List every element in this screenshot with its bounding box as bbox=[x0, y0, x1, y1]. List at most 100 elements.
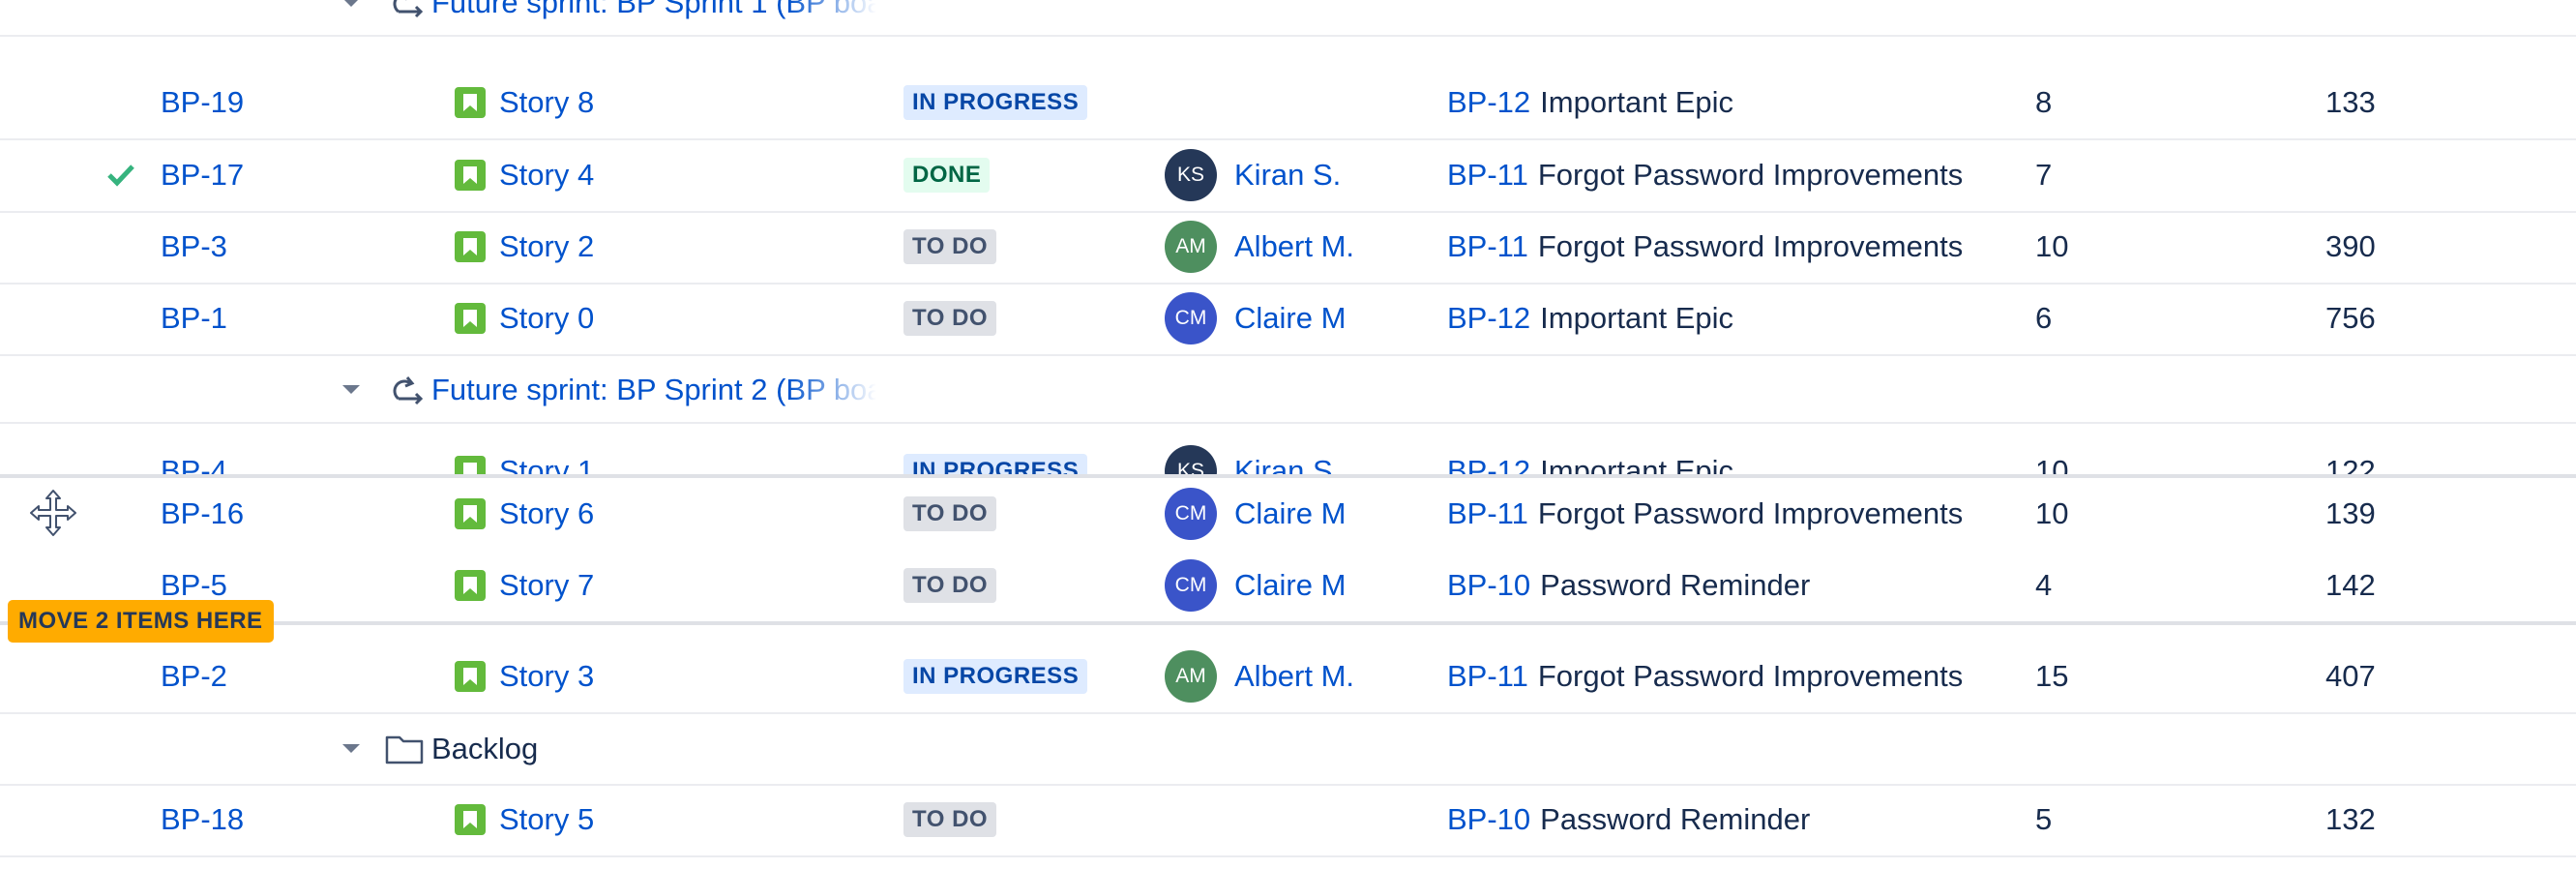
epic-key[interactable]: BP-12 bbox=[1447, 85, 1530, 120]
epic-key[interactable]: BP-11 bbox=[1447, 496, 1528, 531]
chevron-down-icon[interactable] bbox=[341, 0, 362, 35]
issue-row[interactable]: BP-18 Story 5 TO DO BP-10 Password Remind… bbox=[0, 784, 2576, 857]
epic-name: Password Reminder bbox=[1540, 802, 1811, 836]
sprint-header[interactable]: Future sprint: BP Sprint 1 (BP board) bbox=[0, 0, 2576, 37]
epic-key[interactable]: BP-11 bbox=[1447, 229, 1528, 264]
dragged-issue-row[interactable]: BP-5 Story 7 TO DO CM Claire M BP-10 Passw… bbox=[0, 550, 2576, 621]
assignee[interactable]: KS Kiran S. bbox=[1165, 139, 1341, 211]
summary-text[interactable]: Story 7 bbox=[499, 568, 594, 603]
epic-link[interactable]: BP-12 Important Epic bbox=[1447, 435, 1733, 474]
epic-key[interactable]: BP-11 bbox=[1447, 158, 1528, 193]
summary-text[interactable]: Story 0 bbox=[499, 301, 594, 336]
issue-key[interactable]: BP-4 bbox=[161, 435, 227, 474]
epic-key[interactable]: BP-10 bbox=[1447, 568, 1530, 603]
issue-summary[interactable]: Story 5 bbox=[455, 784, 594, 855]
summary-text[interactable]: Story 6 bbox=[499, 496, 594, 531]
assignee-name[interactable]: Kiran S. bbox=[1234, 454, 1341, 474]
issue-key[interactable]: BP-16 bbox=[161, 478, 244, 550]
avatar: KS bbox=[1165, 149, 1217, 201]
chevron-down-icon[interactable] bbox=[341, 358, 362, 422]
issue-key[interactable]: BP-1 bbox=[161, 283, 227, 354]
issue-row[interactable]: BP-3 Story 2 TO DO AM Albert M. BP-11 Forg… bbox=[0, 211, 2576, 285]
epic-key[interactable]: BP-12 bbox=[1447, 454, 1530, 474]
issue-number: 133 bbox=[2325, 85, 2376, 119]
story-icon bbox=[455, 231, 486, 262]
backlog-header[interactable]: Backlog bbox=[0, 714, 2576, 786]
assignee-name[interactable]: Claire M bbox=[1234, 301, 1346, 336]
status-text: IN PROGRESS bbox=[903, 85, 1088, 120]
assignee[interactable]: AM Albert M. bbox=[1165, 211, 1354, 283]
issue-key[interactable]: BP-18 bbox=[161, 784, 244, 855]
assignee[interactable]: CM Claire M bbox=[1165, 550, 1346, 621]
issue-key[interactable]: BP-3 bbox=[161, 211, 227, 283]
avatar: CM bbox=[1165, 559, 1217, 612]
assignee-name[interactable]: Albert M. bbox=[1234, 229, 1354, 264]
epic-key[interactable]: BP-10 bbox=[1447, 802, 1530, 837]
epic-link[interactable]: BP-11 Forgot Password Improvements bbox=[1447, 478, 1963, 550]
issue-key[interactable]: BP-2 bbox=[161, 641, 227, 712]
issue-row[interactable]: BP-1 Story 0 TO DO CM Claire M BP-12 Impor… bbox=[0, 283, 2576, 356]
issue-row[interactable]: BP-2 Story 3 IN PROGRESS AM Albert M. BP-… bbox=[0, 641, 2576, 714]
story-points: 15 bbox=[2035, 659, 2069, 693]
dragged-issue-row[interactable]: BP-16 Story 6 TO DO CM Claire M BP-11 Forg… bbox=[0, 478, 2576, 552]
epic-link[interactable]: BP-11 Forgot Password Improvements bbox=[1447, 139, 1963, 211]
issue-summary[interactable]: Story 7 bbox=[455, 550, 594, 621]
epic-key[interactable]: BP-12 bbox=[1447, 301, 1530, 336]
sprint-name[interactable]: Future sprint: BP Sprint 2 (BP board) bbox=[431, 358, 876, 422]
status-lozenge: TO DO bbox=[903, 283, 997, 354]
issue-key[interactable]: BP-17 bbox=[161, 139, 244, 211]
epic-link[interactable]: BP-11 Forgot Password Improvements bbox=[1447, 641, 1963, 712]
status-text: TO DO bbox=[903, 802, 997, 837]
epic-name: Forgot Password Improvements bbox=[1537, 659, 1964, 693]
story-points: 10 bbox=[2035, 229, 2069, 263]
epic-link[interactable]: BP-12 Important Epic bbox=[1447, 67, 1733, 138]
issue-row[interactable]: BP-17 Story 4 DONE KS Kiran S. BP-11 Forgo… bbox=[0, 139, 2576, 213]
issue-summary[interactable]: Story 6 bbox=[455, 478, 594, 550]
sprint-name[interactable]: Future sprint: BP Sprint 1 (BP board) bbox=[431, 0, 876, 35]
epic-link[interactable]: BP-10 Password Reminder bbox=[1447, 550, 1810, 621]
sprint-header[interactable]: Future sprint: BP Sprint 2 (BP board) bbox=[0, 358, 2576, 424]
summary-text[interactable]: Story 4 bbox=[499, 158, 594, 193]
assignee-name[interactable]: Kiran S. bbox=[1234, 158, 1341, 193]
issue-summary[interactable]: Story 8 bbox=[455, 67, 594, 138]
status-lozenge: DONE bbox=[903, 139, 991, 211]
issue-row[interactable]: BP-19 Story 8 IN PROGRESS BP-12 Important… bbox=[0, 67, 2576, 140]
issue-summary[interactable]: Story 3 bbox=[455, 641, 594, 712]
backlog-name[interactable]: Backlog bbox=[431, 714, 538, 784]
epic-key[interactable]: BP-11 bbox=[1447, 659, 1528, 694]
issue-number: 132 bbox=[2325, 802, 2376, 836]
status-lozenge: TO DO bbox=[903, 211, 997, 283]
issue-summary[interactable]: Story 0 bbox=[455, 283, 594, 354]
summary-text[interactable]: Story 3 bbox=[499, 659, 594, 694]
assignee[interactable]: CM Claire M bbox=[1165, 283, 1346, 354]
chevron-down-icon[interactable] bbox=[341, 714, 362, 784]
status-lozenge: TO DO bbox=[903, 550, 997, 621]
assignee-name[interactable]: Albert M. bbox=[1234, 659, 1354, 694]
status-lozenge: IN PROGRESS bbox=[903, 641, 1088, 712]
assignee-name[interactable]: Claire M bbox=[1234, 496, 1346, 531]
summary-text[interactable]: Story 8 bbox=[499, 85, 594, 120]
summary-text[interactable]: Story 2 bbox=[499, 229, 594, 264]
checkmark-icon bbox=[106, 139, 135, 211]
assignee-name[interactable]: Claire M bbox=[1234, 568, 1346, 603]
issue-key[interactable]: BP-19 bbox=[161, 67, 244, 138]
epic-link[interactable]: BP-12 Important Epic bbox=[1447, 283, 1733, 354]
issue-number: 139 bbox=[2325, 496, 2376, 530]
status-text: TO DO bbox=[903, 568, 997, 603]
issue-summary[interactable]: Story 2 bbox=[455, 211, 594, 283]
epic-link[interactable]: BP-10 Password Reminder bbox=[1447, 784, 1810, 855]
status-lozenge: IN PROGRESS bbox=[903, 435, 1088, 474]
issue-row[interactable]: BP-4 Story 1 IN PROGRESS KS Kiran S. BP-1… bbox=[0, 426, 2576, 474]
issue-number: 756 bbox=[2325, 301, 2376, 335]
story-points: 4 bbox=[2035, 568, 2053, 602]
story-icon bbox=[455, 498, 486, 529]
issue-summary[interactable]: Story 1 bbox=[455, 435, 594, 474]
assignee[interactable]: KS Kiran S. bbox=[1165, 435, 1341, 474]
assignee[interactable]: AM Albert M. bbox=[1165, 641, 1354, 712]
assignee[interactable]: CM Claire M bbox=[1165, 478, 1346, 550]
epic-link[interactable]: BP-11 Forgot Password Improvements bbox=[1447, 211, 1963, 283]
story-icon bbox=[455, 456, 486, 474]
summary-text[interactable]: Story 5 bbox=[499, 802, 594, 837]
issue-summary[interactable]: Story 4 bbox=[455, 139, 594, 211]
summary-text[interactable]: Story 1 bbox=[499, 454, 594, 474]
